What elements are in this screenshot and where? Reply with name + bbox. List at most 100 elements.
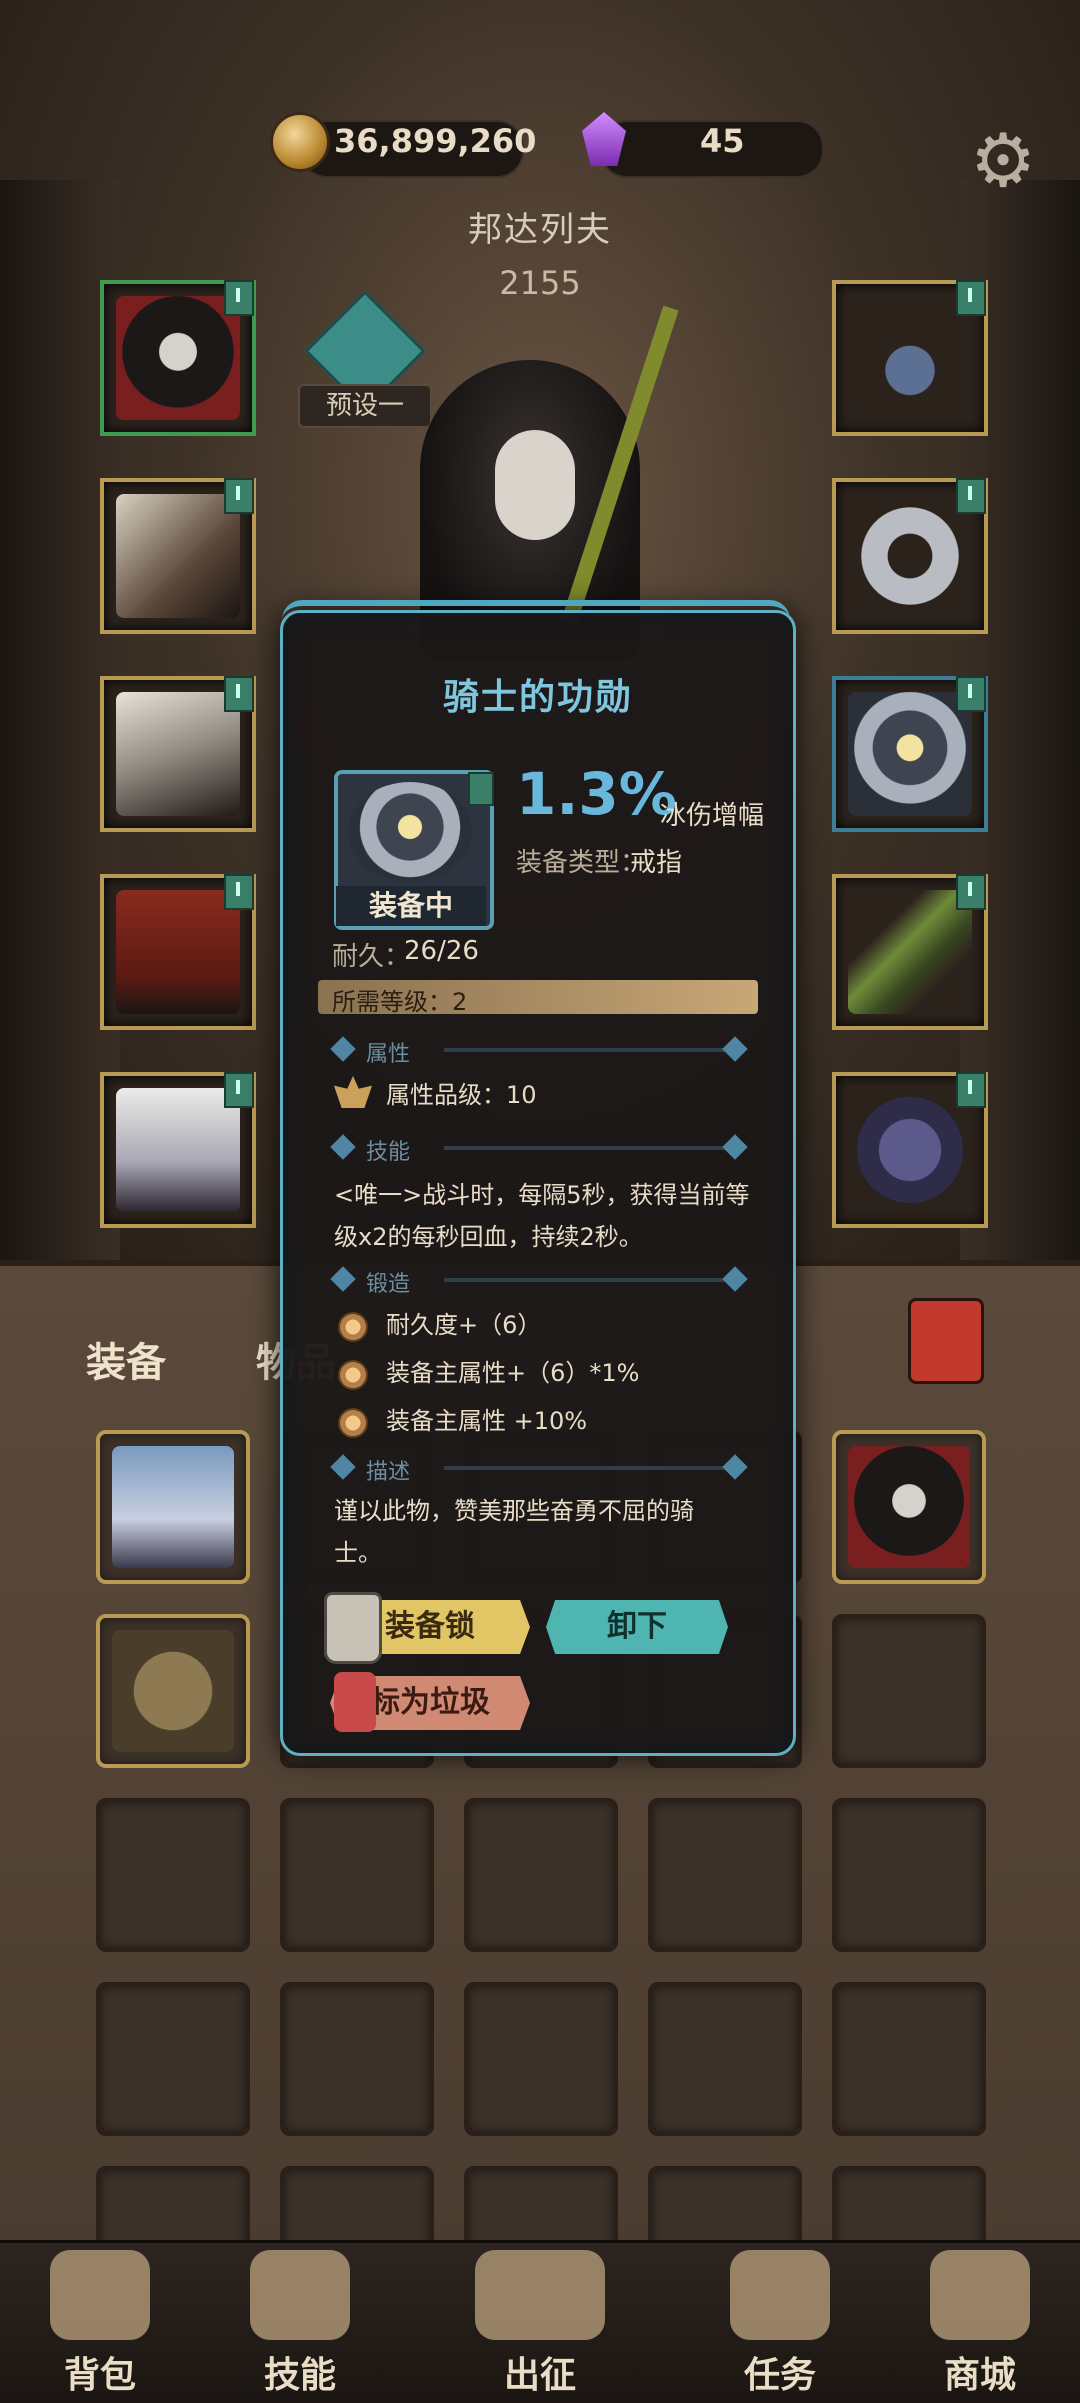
upgrade-flag-icon bbox=[468, 772, 494, 806]
upgrade-flag-icon bbox=[224, 280, 254, 316]
forge-line: 耐久度+（6） bbox=[386, 1311, 542, 1339]
upgrade-flag-icon bbox=[224, 676, 254, 712]
skill-text-line-2: 级x2的每秒回血，持续2秒。 bbox=[334, 1223, 643, 1251]
gold-coin-icon bbox=[270, 112, 330, 172]
item-title: 骑士的功勋 bbox=[442, 677, 633, 718]
inventory-slot[interactable] bbox=[96, 1982, 250, 2136]
section-label: 技能 bbox=[366, 1140, 411, 1165]
equipped-badge: 装备中 bbox=[336, 886, 486, 926]
upgrade-flag-icon bbox=[224, 874, 254, 910]
inventory-slot[interactable] bbox=[96, 1798, 250, 1952]
shop-crown-icon bbox=[930, 2250, 1030, 2340]
section-label: 锻造 bbox=[366, 1272, 411, 1297]
diamond-icon bbox=[330, 1134, 356, 1160]
inventory-slot[interactable] bbox=[832, 1614, 986, 1768]
equip-type-label: 装备类型： bbox=[516, 848, 647, 878]
upgrade-flag-icon bbox=[956, 874, 986, 910]
attribute-quality: 属性品级：10 bbox=[386, 1081, 537, 1109]
gold-amount: 36,899,260 bbox=[334, 122, 537, 160]
skull-shield-icon bbox=[848, 1088, 972, 1212]
inventory-slot[interactable] bbox=[648, 1982, 802, 2136]
equip-slot-ring-1[interactable] bbox=[832, 478, 988, 634]
forge-dot-icon bbox=[338, 1360, 368, 1390]
backpack-icon bbox=[50, 2250, 150, 2340]
equip-slot-helmet[interactable] bbox=[100, 280, 256, 436]
nav-bag[interactable]: 背包 bbox=[10, 2250, 190, 2398]
description-line-1: 谨以此物，赞美那些奋勇不屈的骑 bbox=[334, 1497, 694, 1525]
divider bbox=[444, 1146, 744, 1150]
ring-icon bbox=[848, 692, 972, 816]
diamond-icon bbox=[722, 1134, 748, 1160]
tab-equip[interactable]: 装备 bbox=[86, 1330, 166, 1388]
hero-face bbox=[495, 430, 575, 540]
equip-type-value: 戒指 bbox=[630, 848, 683, 878]
section-forge: 锻造 bbox=[330, 1266, 748, 1297]
section-attributes: 属性 bbox=[330, 1036, 748, 1067]
inventory-slot[interactable] bbox=[832, 1430, 986, 1584]
inventory-slot[interactable] bbox=[648, 1798, 802, 1952]
equip-slot-gloves[interactable] bbox=[100, 676, 256, 832]
upgrade-flag-icon bbox=[956, 280, 986, 316]
equip-slot-necklace[interactable] bbox=[832, 280, 988, 436]
nav-shop[interactable]: 商城 bbox=[890, 2250, 1070, 2398]
helmet-icon bbox=[116, 296, 240, 420]
inventory-slot[interactable] bbox=[96, 1430, 250, 1584]
diamond-icon bbox=[722, 1266, 748, 1292]
equip-slot-boots[interactable] bbox=[100, 1072, 256, 1228]
gem-amount: 45 bbox=[700, 122, 745, 160]
upgrade-flag-icon bbox=[224, 1072, 254, 1108]
inventory-slot[interactable] bbox=[280, 1982, 434, 2136]
divider bbox=[444, 1466, 744, 1470]
nav-expedition[interactable]: 出征 bbox=[450, 2250, 630, 2398]
inventory-slot[interactable] bbox=[832, 1982, 986, 2136]
forge-dot-icon bbox=[338, 1408, 368, 1438]
forge-line: 装备主属性 +10% bbox=[386, 1407, 588, 1435]
equip-slot-offhand[interactable] bbox=[832, 1072, 988, 1228]
ring-icon bbox=[348, 782, 472, 882]
pants-icon bbox=[116, 890, 240, 1014]
nav-skills[interactable]: 技能 bbox=[210, 2250, 390, 2398]
hero-power: 2155 bbox=[499, 264, 581, 302]
sword-map-icon bbox=[475, 2250, 605, 2340]
inventory-slot[interactable] bbox=[464, 1982, 618, 2136]
equip-slot-pants[interactable] bbox=[100, 874, 256, 1030]
upgrade-flag-icon bbox=[224, 478, 254, 514]
lantern-icon bbox=[334, 1672, 376, 1732]
equip-slot-ring-2[interactable] bbox=[832, 676, 988, 832]
section-skill: 技能 bbox=[330, 1134, 748, 1165]
diamond-icon bbox=[330, 1266, 356, 1292]
nav-expedition-label: 出征 bbox=[503, 2355, 576, 2396]
section-label: 描述 bbox=[366, 1460, 411, 1485]
nav-quests[interactable]: 任务 bbox=[690, 2250, 870, 2398]
section-label: 属性 bbox=[366, 1042, 411, 1067]
inventory-slot[interactable] bbox=[280, 1798, 434, 1952]
armor-icon bbox=[116, 494, 240, 618]
lock-icon bbox=[324, 1592, 382, 1664]
boots-icon bbox=[112, 1446, 234, 1568]
trash-can-icon[interactable] bbox=[908, 1298, 984, 1384]
staff-icon bbox=[848, 890, 972, 1014]
equip-slot-armor[interactable] bbox=[100, 478, 256, 634]
settings-gear-icon[interactable]: ⚙ bbox=[970, 124, 1036, 198]
forge-line: 装备主属性+（6）*1% bbox=[386, 1359, 640, 1387]
unequip-button[interactable]: 卸下 bbox=[546, 1600, 728, 1654]
gloves-icon bbox=[116, 692, 240, 816]
nav-shop-label: 商城 bbox=[943, 2355, 1016, 2396]
inventory-slot[interactable] bbox=[832, 1798, 986, 1952]
required-level: 所需等级：2 bbox=[332, 988, 468, 1016]
main-stat-name: 冰伤增幅 bbox=[660, 801, 765, 831]
equip-slot-weapon[interactable] bbox=[832, 874, 988, 1030]
inventory-slot[interactable] bbox=[96, 1614, 250, 1768]
ring-icon bbox=[848, 494, 972, 618]
helmet-icon bbox=[848, 1446, 970, 1568]
hero-name: 邦达列夫 bbox=[468, 210, 612, 250]
upgrade-flag-icon bbox=[956, 676, 986, 712]
scroll-icon bbox=[730, 2250, 830, 2340]
preset-label[interactable]: 预设一 bbox=[298, 384, 432, 428]
diamond-icon bbox=[722, 1036, 748, 1062]
main-stat-value: 1.3% bbox=[516, 760, 677, 828]
diamond-icon bbox=[330, 1036, 356, 1062]
upgrade-flag-icon bbox=[956, 478, 986, 514]
skill-text-line-1: <唯一>战斗时，每隔5秒，获得当前等 bbox=[334, 1181, 750, 1209]
inventory-slot[interactable] bbox=[464, 1798, 618, 1952]
